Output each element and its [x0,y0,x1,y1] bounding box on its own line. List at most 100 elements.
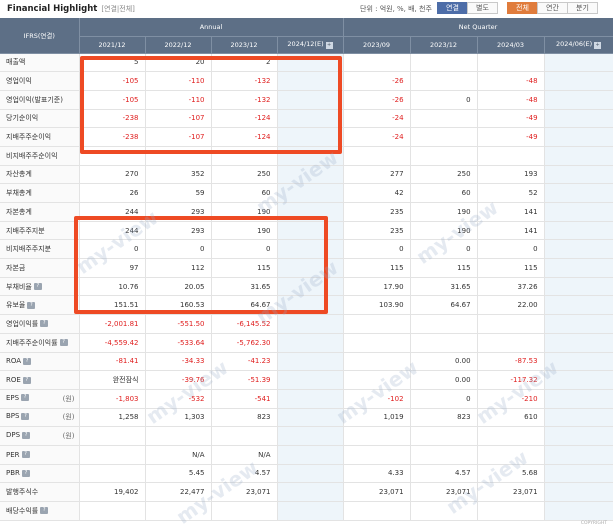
table-cell: 23,071 [410,482,478,502]
row-label-text: BPS [6,412,20,421]
table-cell [277,221,344,241]
column-header-label: 2024/03 [497,40,525,49]
help-icon[interactable]: ? [21,451,30,459]
page-title: Financial Highlight [7,3,98,14]
help-icon[interactable]: ? [40,320,49,328]
table-row: 영업이익률? -2,001.81 -551.50 -6,145.52 [0,314,613,334]
table-cell: 4.57 [211,464,278,484]
table-cell: 4.57 [410,464,478,484]
help-icon[interactable]: ? [21,412,30,420]
unit-suffix: (원) [62,413,75,422]
table-cell: 23,071 [343,482,411,502]
period-tabs: 전체 연간 분기 [507,2,598,14]
help-icon[interactable]: ? [21,469,30,477]
row-label-text: PBR [6,469,20,478]
help-icon[interactable]: ? [21,394,30,402]
table-cell: -117.32 [477,370,545,390]
help-icon[interactable]: ? [27,301,36,309]
tab-consolidated[interactable]: 연결 [437,2,468,14]
table-cell [544,482,613,502]
row-label-text: 비지배주주지분 [6,245,52,254]
table-cell: -238 [79,109,146,129]
table-cell: -541 [211,389,278,409]
table-cell: -1,803 [79,389,146,409]
table-cell [277,408,344,428]
row-label: 지배주주지분 [0,221,80,241]
help-icon[interactable]: ? [23,357,32,365]
help-icon[interactable]: ? [22,431,31,439]
table-cell [410,146,478,166]
table-cell [277,352,344,372]
row-label: 자산총계 [0,165,80,185]
table-cell: 60 [410,183,478,203]
table-cell [145,426,212,446]
table-cell: 1,019 [343,408,411,428]
estimate-info-icon[interactable]: + [325,42,333,49]
table-cell [79,445,146,465]
table-cell [544,258,613,278]
table-cell: 190 [410,202,478,222]
tab-quarter[interactable]: 분기 [567,2,598,14]
column-header: 2024/03 [477,36,545,54]
table-cell: -5,762.30 [211,333,278,353]
column-header-label: 2024/06(E) [555,40,593,48]
column-header-label: 2023/12 [230,40,258,49]
table-cell: 115 [477,258,545,278]
row-label-text: 영업이익(발표기준) [6,95,63,104]
table-cell [343,426,411,446]
table-cell: 250 [211,165,278,185]
table-cell [544,333,613,353]
row-label-text: 발행주식수 [6,488,39,497]
table-row: 자산총계 270 352 250 277 250 193 [0,165,613,185]
table-cell: -533.64 [145,333,212,353]
help-icon[interactable]: ? [33,283,42,291]
table-row: 배당수익률? [0,501,613,521]
tab-separate[interactable]: 별도 [467,2,498,14]
table-cell [277,501,344,521]
table-cell: 190 [211,202,278,222]
table-cell [410,71,478,91]
table-cell: 0 [477,239,545,260]
help-icon[interactable]: ? [59,339,68,347]
row-label: PBR? [0,464,80,484]
table-cell: -105 [79,90,146,110]
estimate-info-icon[interactable]: + [594,42,602,49]
table-cell: 0 [410,90,478,110]
table-cell [544,202,613,222]
tab-all[interactable]: 전체 [507,2,538,14]
table-cell: 235 [343,221,411,241]
table-cell [343,314,411,334]
tab-annual[interactable]: 연간 [537,2,568,14]
table-cell [544,464,613,484]
page-subtitle: [연결|전체] [101,4,135,13]
table-cell: -238 [79,127,146,147]
financial-table: IFRS(연결) Annual Net Quarter 2021/12 2022/… [0,18,613,521]
row-label-text: ROE [6,376,21,385]
table-cell [79,501,146,521]
table-cell: -4,559.42 [79,333,146,353]
help-icon[interactable]: ? [40,507,49,515]
table-cell [410,127,478,147]
table-cell: 59 [145,183,212,203]
table-cell [277,370,344,390]
row-label: 영업이익 [0,71,80,91]
row-label: 배당수익률? [0,501,80,521]
table-cell [410,109,478,129]
table-cell: -132 [211,90,278,110]
help-icon[interactable]: ? [22,376,31,384]
unit-label: 단위 : 억원, %, 배, 천주 [360,5,432,13]
row-label-text: 당기순이익 [6,114,39,123]
table-cell [343,146,411,166]
table-cell [544,370,613,390]
table-cell [477,426,545,446]
row-label: 영업이익(발표기준) [0,90,80,110]
table-cell [544,445,613,465]
table-cell [277,71,344,91]
table-cell: 823 [211,408,278,428]
table-cell: 17.90 [343,277,411,297]
table-cell [79,426,146,446]
row-label: 지배주주순이익 [0,127,80,147]
table-cell [277,482,344,502]
table-cell [544,109,613,129]
table-row: 자본금 97 112 115 115 115 115 [0,258,613,278]
